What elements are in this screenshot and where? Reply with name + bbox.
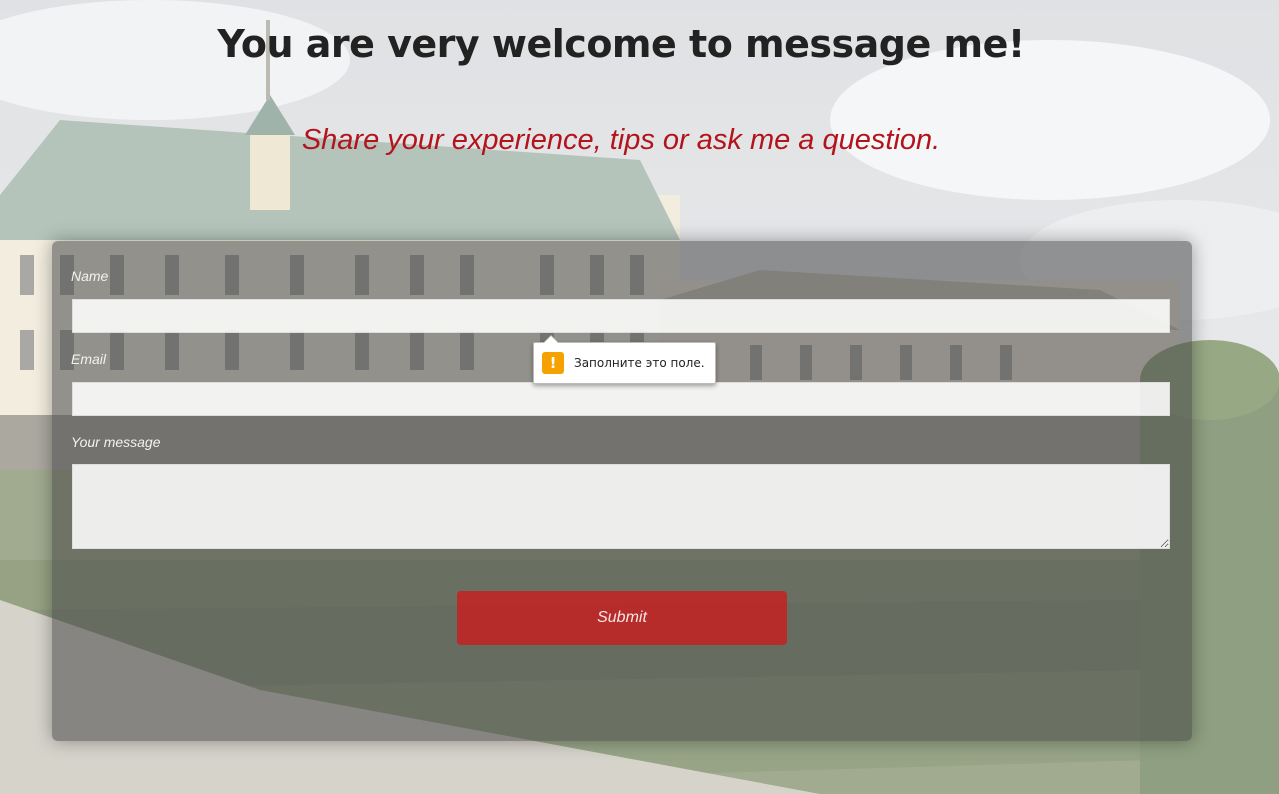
page-title: You are very welcome to message me! [217,22,1025,66]
email-input[interactable] [72,382,1170,416]
name-input[interactable] [72,299,1170,333]
warning-icon: ! [542,352,564,374]
message-label: Your message [71,434,161,450]
submit-button[interactable]: Submit [457,591,787,645]
validation-message: Заполните это поле. [574,356,705,370]
message-textarea[interactable] [72,464,1170,549]
contact-form: Name Email Your message Submit [52,241,1192,741]
email-label: Email [71,351,107,367]
page-subtitle: Share your experience, tips or ask me a … [301,124,941,156]
validation-tooltip: ! Заполните это поле. [533,335,716,384]
name-label: Name [71,268,109,284]
